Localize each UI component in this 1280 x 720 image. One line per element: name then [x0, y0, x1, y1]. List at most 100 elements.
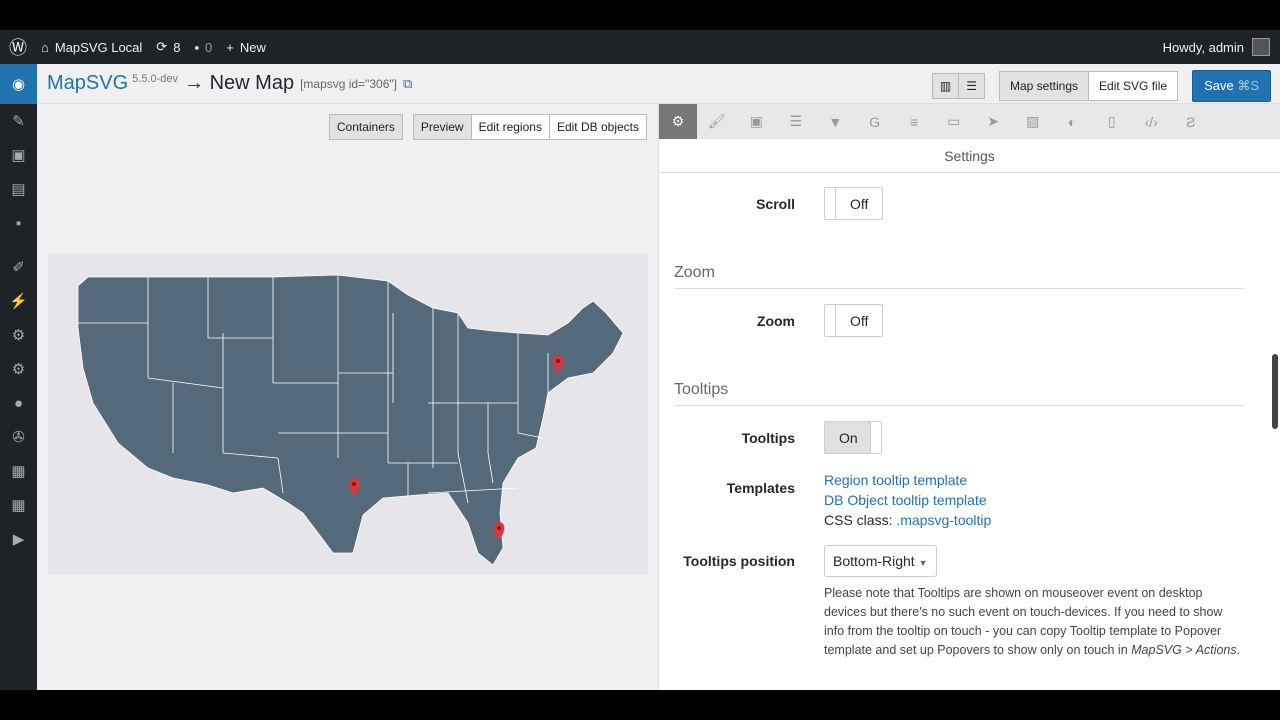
- image-tab-icon[interactable]: ▨: [1013, 104, 1053, 139]
- new-label: New: [239, 39, 266, 55]
- media-icon[interactable]: ▣: [0, 138, 37, 172]
- users-icon[interactable]: ●: [0, 386, 37, 420]
- toggle-tab-icon[interactable]: ◐: [1053, 104, 1093, 139]
- position-value: Bottom-Right: [833, 553, 915, 569]
- scroll-row: Scroll Off: [659, 187, 1259, 220]
- tooltips-label: Tooltips: [741, 429, 795, 446]
- site-link[interactable]: ⌂ MapSVG Local: [41, 40, 142, 55]
- usa-regions[interactable]: [77, 274, 624, 566]
- scroll-toggle[interactable]: Off: [824, 187, 884, 220]
- new-link[interactable]: + New: [226, 40, 266, 55]
- settings-alt-icon[interactable]: ⚙: [0, 352, 37, 386]
- settings-tabs: ⚙ 🖌 ▣ ☰ ▼ G ≡ ▭ ➤ ▨ ◐ ▯ ‹/› Ƨ: [659, 104, 1280, 139]
- plugins-icon[interactable]: ⚡: [0, 284, 37, 318]
- comment-icon: ▪: [194, 39, 200, 55]
- note-path: MapSVG > Actions: [1131, 643, 1237, 657]
- dashboard-icon[interactable]: ◉: [0, 64, 37, 104]
- region-tooltip-template-link[interactable]: Region tooltip template: [824, 472, 967, 488]
- tooltips-position-row: Tooltips position Bottom-Right ▼: [659, 545, 1259, 577]
- caret-down-icon: ▼: [918, 558, 928, 568]
- zoom-section-heading: Zoom: [674, 264, 1244, 289]
- tooltips-position-label: Tooltips position: [683, 553, 795, 569]
- save-label: Save: [1204, 78, 1234, 93]
- usa-map[interactable]: [48, 253, 648, 575]
- sliders-button[interactable]: ☰: [959, 73, 985, 99]
- posts-icon[interactable]: ✎: [0, 104, 37, 138]
- css-class-link[interactable]: .mapsvg-tooltip: [896, 512, 991, 528]
- layers-tab-icon[interactable]: ▣: [737, 104, 777, 139]
- refresh-icon: ⟳: [156, 39, 168, 54]
- version: 5.5.0-dev: [132, 73, 179, 85]
- preview-button[interactable]: Preview: [412, 114, 472, 140]
- comments-icon[interactable]: ▪: [0, 206, 37, 240]
- play-icon[interactable]: ▶: [0, 522, 37, 556]
- brush-tab-icon[interactable]: 🖌: [697, 104, 737, 139]
- comments-count: 0: [205, 39, 213, 55]
- settings-tab-icon[interactable]: ⚙: [659, 104, 697, 139]
- cursor-tab-icon[interactable]: ➤: [974, 104, 1014, 139]
- shortcode: [mapsvg id="306"]: [300, 76, 397, 91]
- admin-bar: Ⓦ ⌂ MapSVG Local ⟳ 8 ▪ 0 + New Howdy, admin: [0, 30, 1280, 64]
- appearance-icon[interactable]: ✐: [0, 250, 37, 284]
- site-name: MapSVG Local: [54, 39, 143, 55]
- wordpress-logo-icon[interactable]: Ⓦ: [9, 34, 27, 60]
- tooltips-section-heading: Tooltips: [674, 381, 1244, 406]
- table-icon[interactable]: ▦: [0, 488, 37, 522]
- tools-icon[interactable]: ✇: [0, 420, 37, 454]
- details-tab-icon[interactable]: ▭: [934, 104, 974, 139]
- list-tab-icon[interactable]: ≡: [895, 104, 935, 139]
- filter-tab-icon[interactable]: ▼: [816, 104, 856, 139]
- css-class-prefix: CSS class:: [824, 512, 897, 528]
- settings-title: Settings: [659, 139, 1280, 173]
- zoom-toggle[interactable]: Off: [824, 304, 884, 337]
- map-preview-pane: Containers Preview Edit regions Edit DB …: [37, 104, 657, 690]
- edit-regions-button[interactable]: Edit regions: [471, 114, 550, 140]
- tooltips-position-select[interactable]: Bottom-Right ▼: [824, 545, 937, 577]
- map-view-button[interactable]: ▥: [931, 73, 960, 99]
- save-shortcut: ⌘S: [1237, 78, 1259, 93]
- main-content: MapSVG 5.5.0-dev → New Map [mapsvg id="3…: [37, 64, 1280, 690]
- sliders-icon: ☰: [966, 79, 977, 93]
- updates-link[interactable]: ⟳ 8: [156, 39, 180, 55]
- zoom-value: Off: [850, 312, 869, 329]
- scrollbar[interactable]: [1272, 354, 1278, 429]
- code-tab-icon[interactable]: ‹/›: [1132, 104, 1172, 139]
- tooltips-value: On: [839, 429, 858, 446]
- database-tab-icon[interactable]: ☰: [776, 104, 816, 139]
- map-settings-button[interactable]: Map settings: [998, 71, 1090, 101]
- copy-icon[interactable]: ⧉: [403, 76, 412, 92]
- view-toggle: ▥ ☰: [931, 73, 985, 99]
- brand[interactable]: MapSVG: [47, 72, 128, 95]
- save-button[interactable]: Save ⌘S: [1192, 70, 1271, 102]
- map-icon: ▥: [939, 79, 952, 93]
- settings-icon[interactable]: ⚙: [0, 318, 37, 352]
- map-canvas[interactable]: [48, 253, 648, 575]
- howdy-text: Howdy, admin: [1162, 39, 1244, 55]
- edit-svg-button[interactable]: Edit SVG file: [1089, 71, 1179, 101]
- file-tab-icon[interactable]: ▯: [1092, 104, 1132, 139]
- db-object-tooltip-template-link[interactable]: DB Object tooltip template: [824, 492, 987, 508]
- settings-pane: ⚙ 🖌 ▣ ☰ ▼ G ≡ ▭ ➤ ▨ ◐ ▯ ‹/› Ƨ Settings S…: [658, 104, 1280, 690]
- mapsvg-icon[interactable]: ▦: [0, 454, 37, 488]
- containers-button[interactable]: Containers: [328, 114, 403, 140]
- scroll-value: Off: [850, 195, 869, 212]
- css-tab-icon[interactable]: Ƨ: [1171, 104, 1211, 139]
- home-icon: ⌂: [41, 39, 49, 55]
- templates-label: Templates: [726, 480, 795, 496]
- account-menu[interactable]: Howdy, admin: [1163, 38, 1270, 56]
- page-title: → New Map: [184, 72, 295, 94]
- google-tab-icon[interactable]: G: [855, 104, 895, 139]
- plus-icon: +: [226, 39, 234, 55]
- tooltips-note: Please note that Tooltips are shown on m…: [824, 584, 1244, 660]
- pages-icon[interactable]: ▤: [0, 172, 37, 206]
- updates-count: 8: [173, 39, 181, 55]
- templates-row: Templates Region tooltip template DB Obj…: [659, 470, 1259, 530]
- page-header: MapSVG 5.5.0-dev → New Map [mapsvg id="3…: [37, 64, 1280, 104]
- zoom-row: Zoom Off: [659, 304, 1259, 337]
- map-mode-toggle: Preview Edit regions Edit DB objects: [412, 114, 647, 140]
- edit-db-objects-button[interactable]: Edit DB objects: [549, 114, 647, 140]
- zoom-label: Zoom: [756, 312, 795, 329]
- tooltips-toggle[interactable]: On: [824, 421, 882, 454]
- tooltips-row: Tooltips On: [659, 421, 1259, 454]
- comments-link[interactable]: ▪ 0: [194, 40, 212, 55]
